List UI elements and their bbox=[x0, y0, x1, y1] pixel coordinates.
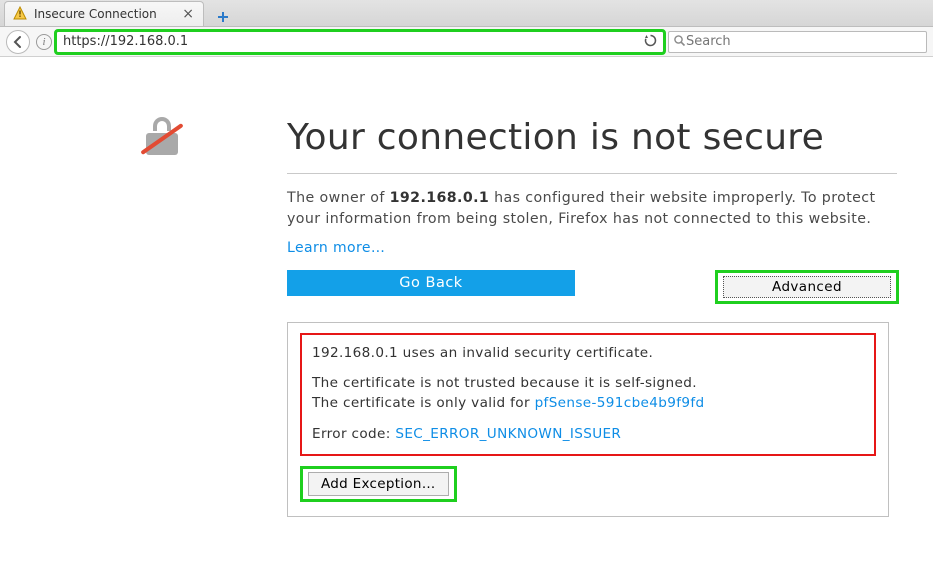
advanced-button[interactable]: Advanced bbox=[723, 276, 891, 298]
reload-icon[interactable] bbox=[638, 32, 663, 51]
add-exception-button[interactable]: Add Exception… bbox=[308, 472, 449, 496]
navbar: i bbox=[0, 27, 933, 57]
new-tab-button[interactable] bbox=[211, 7, 235, 26]
error-host: 192.168.0.1 bbox=[390, 190, 490, 206]
warning-icon bbox=[13, 6, 27, 23]
error-code-link[interactable]: SEC_ERROR_UNKNOWN_ISSUER bbox=[395, 426, 621, 442]
go-back-button[interactable]: Go Back bbox=[287, 270, 575, 296]
error-heading: Your connection is not secure bbox=[287, 117, 897, 159]
tabstrip: Insecure Connection × bbox=[0, 0, 933, 27]
tab-close-icon[interactable]: × bbox=[179, 6, 197, 22]
url-bar[interactable] bbox=[56, 31, 664, 53]
cert-error-box: 192.168.0.1 uses an invalid security cer… bbox=[300, 333, 876, 457]
insecure-icon-col bbox=[36, 117, 287, 517]
error-description: The owner of 192.168.0.1 has configured … bbox=[287, 188, 897, 229]
back-button[interactable] bbox=[6, 30, 30, 54]
tab-insecure[interactable]: Insecure Connection × bbox=[4, 1, 204, 26]
url-input[interactable] bbox=[57, 34, 638, 49]
site-info-icon[interactable]: i bbox=[36, 34, 52, 50]
learn-more-link[interactable]: Learn more… bbox=[287, 240, 385, 256]
cert-valid-for-link[interactable]: pfSense-591cbe4b9f9fd bbox=[535, 395, 705, 411]
add-exception-highlight: Add Exception… bbox=[300, 466, 457, 502]
search-icon bbox=[673, 32, 686, 51]
advanced-panel: 192.168.0.1 uses an invalid security cer… bbox=[287, 322, 889, 518]
search-input[interactable] bbox=[686, 34, 922, 49]
divider bbox=[287, 173, 897, 174]
search-bar[interactable] bbox=[668, 31, 927, 53]
advanced-highlight: Advanced bbox=[715, 270, 899, 304]
tab-title: Insecure Connection bbox=[34, 7, 157, 21]
page: Your connection is not secure The owner … bbox=[0, 57, 933, 537]
insecure-lock-icon bbox=[142, 123, 182, 155]
